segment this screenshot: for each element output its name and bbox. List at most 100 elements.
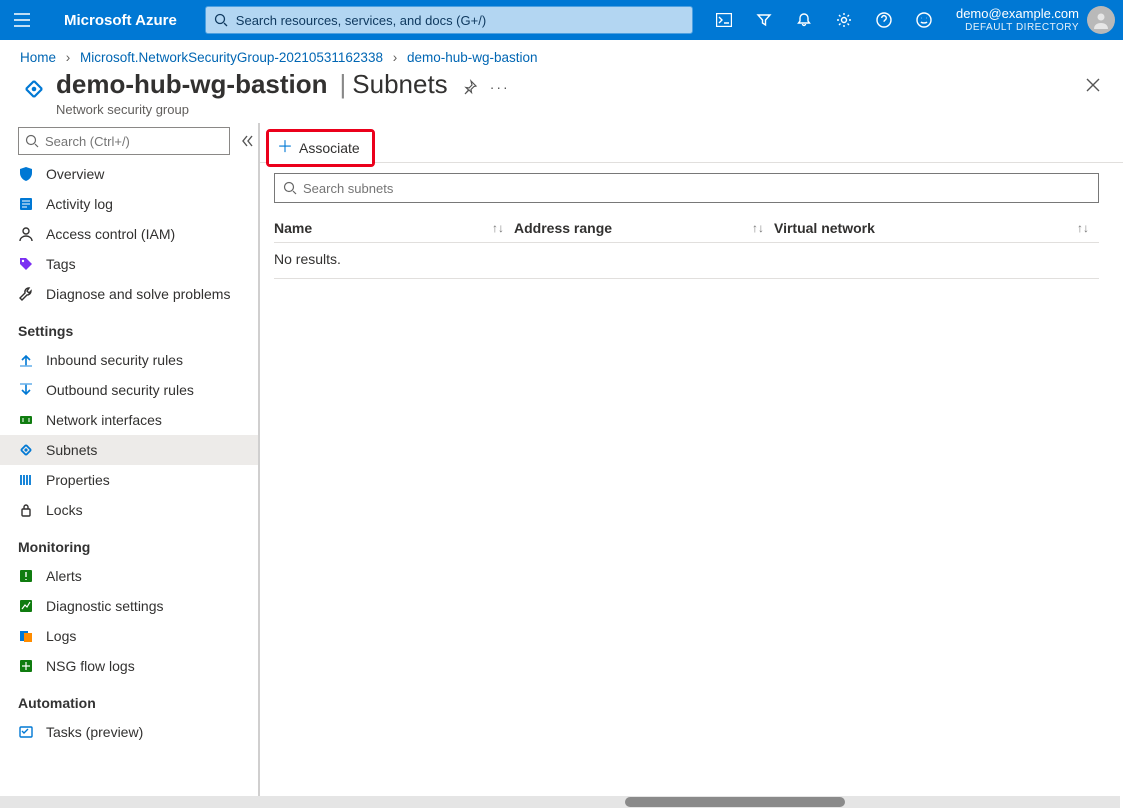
page-title-bar: demo-hub-wg-bastion | Subnets Network se… (0, 65, 1123, 123)
collapse-sidebar-button[interactable] (238, 132, 256, 150)
sidebar-nav: Overview Activity log Access control (IAM)… (0, 159, 258, 759)
resource-type-label: Network security group (56, 102, 448, 117)
associate-button[interactable]: ＋ Associate (269, 132, 372, 164)
filter-icon (756, 12, 772, 28)
sidebar-item-label: Subnets (46, 442, 97, 458)
sidebar-item-label: Outbound security rules (46, 382, 194, 398)
close-blade-button[interactable] (1085, 77, 1101, 93)
col-name[interactable]: Name ↑↓ (274, 220, 514, 236)
help-button[interactable] (864, 0, 904, 40)
notifications-button[interactable] (784, 0, 824, 40)
sidebar-heading: Monitoring (0, 525, 258, 561)
brand-label[interactable]: Microsoft Azure (44, 12, 197, 29)
sidebar-item-label: Activity log (46, 196, 113, 212)
search-icon (283, 181, 297, 195)
sidebar-item-label: Alerts (46, 568, 82, 584)
col-virtual-network[interactable]: Virtual network ↑↓ (774, 220, 1099, 236)
sidebar-item-inbound-security-rules[interactable]: Inbound security rules (0, 345, 258, 375)
sidebar-item-label: Network interfaces (46, 412, 162, 428)
tasks-icon (18, 724, 34, 740)
wrench-icon (18, 286, 34, 302)
nic-icon (18, 412, 34, 428)
pin-button[interactable] (462, 79, 478, 95)
sidebar-item-network-interfaces[interactable]: Network interfaces (0, 405, 258, 435)
feedback-button[interactable] (904, 0, 944, 40)
log-icon (18, 196, 34, 212)
sidebar-item-outbound-security-rules[interactable]: Outbound security rules (0, 375, 258, 405)
bell-icon (796, 12, 812, 28)
sidebar-heading: Settings (0, 309, 258, 345)
sidebar-item-label: Locks (46, 502, 83, 518)
sidebar-item-tags[interactable]: Tags (0, 249, 258, 279)
sidebar-item-locks[interactable]: Locks (0, 495, 258, 525)
hamburger-menu[interactable] (0, 0, 44, 40)
tag-icon (18, 256, 34, 272)
subnets-icon (18, 442, 34, 458)
sidebar-search[interactable] (18, 127, 230, 155)
hamburger-icon (14, 13, 30, 27)
directory-filter-button[interactable] (744, 0, 784, 40)
sidebar-item-diagnostic-settings[interactable]: Diagnostic settings (0, 591, 258, 621)
subnet-search[interactable] (274, 173, 1099, 203)
global-search-input[interactable] (234, 12, 684, 29)
sidebar-item-nsg-flow-logs[interactable]: NSG flow logs (0, 651, 258, 681)
crumb-home[interactable]: Home (20, 50, 56, 65)
sidebar-item-label: Diagnostic settings (46, 598, 164, 614)
scrollbar-thumb[interactable] (625, 797, 845, 807)
resource-name: demo-hub-wg-bastion (56, 69, 328, 100)
sidebar-item-label: Overview (46, 166, 104, 182)
avatar[interactable] (1087, 6, 1115, 34)
chevron-right-icon: › (393, 50, 398, 65)
sidebar-search-input[interactable] (43, 133, 223, 150)
sidebar-item-overview[interactable]: Overview (0, 159, 258, 189)
account-email: demo@example.com (956, 6, 1079, 22)
sidebar-item-subnets[interactable]: Subnets (0, 435, 258, 465)
search-icon (214, 13, 228, 27)
diag-icon (18, 598, 34, 614)
chevron-double-left-icon (240, 134, 254, 148)
resource-sidebar: Overview Activity log Access control (IAM)… (0, 123, 260, 799)
sidebar-item-tasks-preview[interactable]: Tasks (preview) (0, 717, 258, 747)
cloud-shell-button[interactable] (704, 0, 744, 40)
sidebar-item-activity-log[interactable]: Activity log (0, 189, 258, 219)
gear-icon (836, 12, 852, 28)
col-address-range[interactable]: Address range ↑↓ (514, 220, 774, 236)
search-icon (25, 134, 39, 148)
sidebar-item-label: Logs (46, 628, 76, 644)
question-icon (876, 12, 892, 28)
pin-icon (462, 79, 478, 95)
sidebar-item-access-control-iam[interactable]: Access control (IAM) (0, 219, 258, 249)
cloud-shell-icon (716, 13, 732, 27)
breadcrumb: Home › Microsoft.NetworkSecurityGroup-20… (0, 40, 1123, 65)
logs-icon (18, 628, 34, 644)
plus-icon: ＋ (277, 140, 293, 156)
page-title: demo-hub-wg-bastion | Subnets (56, 69, 448, 100)
flow-icon (18, 658, 34, 674)
crumb-resource[interactable]: demo-hub-wg-bastion (407, 50, 538, 65)
associate-highlight: ＋ Associate (266, 129, 375, 167)
more-button[interactable]: ··· (490, 79, 510, 95)
sidebar-item-diagnose-and-solve-problems[interactable]: Diagnose and solve problems (0, 279, 258, 309)
account-menu[interactable]: demo@example.com DEFAULT DIRECTORY (944, 6, 1085, 35)
sidebar-item-label: Tags (46, 256, 76, 272)
nsg-resource-icon (20, 75, 48, 103)
blade-section: Subnets (352, 69, 447, 100)
outbound-icon (18, 382, 34, 398)
sidebar-item-properties[interactable]: Properties (0, 465, 258, 495)
crumb-deployment[interactable]: Microsoft.NetworkSecurityGroup-202105311… (80, 50, 383, 65)
smiley-icon (916, 12, 932, 28)
sidebar-item-label: Diagnose and solve problems (46, 286, 230, 302)
table-header: Name ↑↓ Address range ↑↓ Virtual network… (274, 213, 1099, 243)
account-directory: DEFAULT DIRECTORY (965, 22, 1079, 35)
sidebar-item-label: Properties (46, 472, 110, 488)
main-content: ＋ Associate Name ↑↓ Address range ↑↓ (260, 123, 1123, 799)
shield-icon (18, 166, 34, 182)
global-search[interactable] (205, 6, 693, 34)
sidebar-item-logs[interactable]: Logs (0, 621, 258, 651)
settings-button[interactable] (824, 0, 864, 40)
horizontal-scrollbar[interactable] (0, 796, 1120, 808)
azure-topbar: Microsoft Azure demo@example.com DEFAULT… (0, 0, 1123, 40)
sidebar-item-label: Tasks (preview) (46, 724, 143, 740)
sidebar-item-alerts[interactable]: Alerts (0, 561, 258, 591)
subnet-search-input[interactable] (301, 180, 1090, 197)
